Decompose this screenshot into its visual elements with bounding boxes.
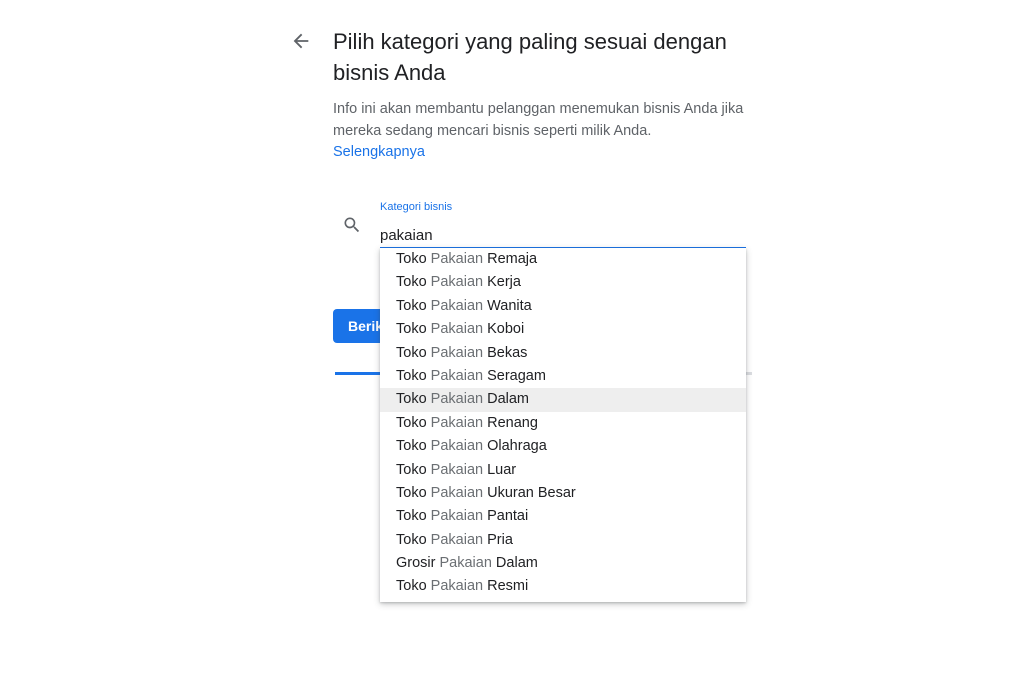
- suggestion-match: Pakaian: [430, 438, 484, 455]
- suggestion-item[interactable]: Grosir Pakaian Dalam: [380, 552, 746, 575]
- search-icon: [342, 215, 362, 235]
- suggestion-item[interactable]: Toko Pakaian Wanita: [380, 295, 746, 318]
- category-suggestions-dropdown: Toko Pakaian Remaja Toko Pakaian Kerja Tok…: [380, 248, 746, 602]
- progress-bar-fill: [335, 372, 381, 375]
- suggestion-prefix: Toko: [396, 578, 431, 595]
- suggestion-item[interactable]: Toko Pakaian Dalam: [380, 388, 746, 412]
- suggestion-suffix: Dalam: [483, 391, 530, 408]
- suggestion-match: Pakaian: [439, 555, 492, 572]
- suggestion-match: Pakaian: [430, 414, 484, 431]
- suggestion-prefix: Toko: [396, 438, 431, 455]
- suggestion-suffix: Dalam: [491, 555, 538, 572]
- suggestion-prefix: Toko: [396, 251, 431, 267]
- back-arrow-icon[interactable]: [290, 30, 312, 52]
- suggestion-item[interactable]: Toko Pakaian Resmi: [380, 575, 746, 598]
- suggestion-match: Pakaian: [430, 344, 484, 361]
- suggestion-match: Pakaian: [430, 321, 484, 338]
- suggestion-item[interactable]: Toko Pakaian Renang: [380, 412, 746, 435]
- suggestion-item[interactable]: Toko Pakaian Pantai: [380, 505, 746, 528]
- suggestion-suffix: Remaja: [483, 251, 538, 267]
- page-title: Pilih kategori yang paling sesuai dengan…: [333, 29, 727, 85]
- category-search-input[interactable]: [380, 223, 746, 249]
- suggestion-suffix: Pantai: [483, 508, 529, 525]
- learn-more-link[interactable]: Selengkapnya: [333, 141, 425, 163]
- suggestion-item[interactable]: Toko Pakaian Koboi: [380, 318, 746, 341]
- suggestion-prefix: Toko: [396, 297, 431, 314]
- suggestion-item[interactable]: Toko Pakaian Ukuran Besar: [380, 482, 746, 505]
- suggestion-suffix: Resmi: [483, 578, 529, 595]
- suggestion-item[interactable]: Toko Pakaian Remaja: [380, 248, 746, 271]
- suggestion-prefix: Toko: [396, 274, 431, 291]
- suggestion-match: Pakaian: [430, 297, 484, 314]
- suggestion-prefix: Toko: [396, 321, 431, 338]
- suggestion-prefix: Toko: [396, 367, 431, 384]
- suggestion-suffix: Kerja: [483, 274, 521, 291]
- suggestion-item[interactable]: Toko Pakaian Kerja: [380, 271, 746, 294]
- suggestion-match: Pakaian: [430, 484, 484, 501]
- suggestion-match: Pakaian: [430, 461, 484, 478]
- suggestion-suffix: Wanita: [483, 297, 532, 314]
- suggestion-item[interactable]: Toko Pakaian Pria: [380, 529, 746, 552]
- suggestion-prefix: Toko: [396, 391, 431, 408]
- suggestion-match: Pakaian: [430, 391, 484, 408]
- suggestion-match: Pakaian: [430, 531, 484, 548]
- suggestion-match: Pakaian: [430, 367, 484, 384]
- suggestion-suffix: Pria: [483, 531, 513, 548]
- suggestion-prefix: Toko: [396, 461, 431, 478]
- suggestion-suffix: Renang: [483, 414, 538, 431]
- suggestion-suffix: Olahraga: [483, 438, 547, 455]
- category-field-label: Kategori bisnis: [380, 201, 453, 213]
- suggestion-prefix: Toko: [396, 531, 431, 548]
- suggestion-prefix: Toko: [396, 508, 431, 525]
- suggestion-prefix: Toko: [396, 344, 431, 361]
- suggestion-suffix: Ukuran Besar: [483, 484, 576, 501]
- suggestion-item[interactable]: Toko Pakaian Olahraga: [380, 435, 746, 458]
- suggestion-item[interactable]: Toko Pakaian Luar: [380, 459, 746, 482]
- suggestion-item[interactable]: Toko Pakaian Seragam: [380, 365, 746, 388]
- suggestion-match: Pakaian: [430, 251, 484, 267]
- suggestion-prefix: Toko: [396, 484, 431, 501]
- suggestion-suffix: Bekas: [483, 344, 528, 361]
- suggestion-match: Pakaian: [430, 508, 484, 525]
- page-description: Info ini akan membantu pelanggan menemuk…: [333, 101, 744, 139]
- suggestion-prefix: Grosir: [396, 555, 440, 572]
- suggestion-item[interactable]: Toko Pakaian Bekas: [380, 342, 746, 365]
- suggestion-match: Pakaian: [430, 578, 484, 595]
- suggestion-suffix: Luar: [483, 461, 517, 478]
- suggestion-match: Pakaian: [430, 274, 484, 291]
- suggestion-suffix: Koboi: [483, 321, 525, 338]
- suggestion-suffix: Seragam: [483, 367, 546, 384]
- suggestion-prefix: Toko: [396, 414, 431, 431]
